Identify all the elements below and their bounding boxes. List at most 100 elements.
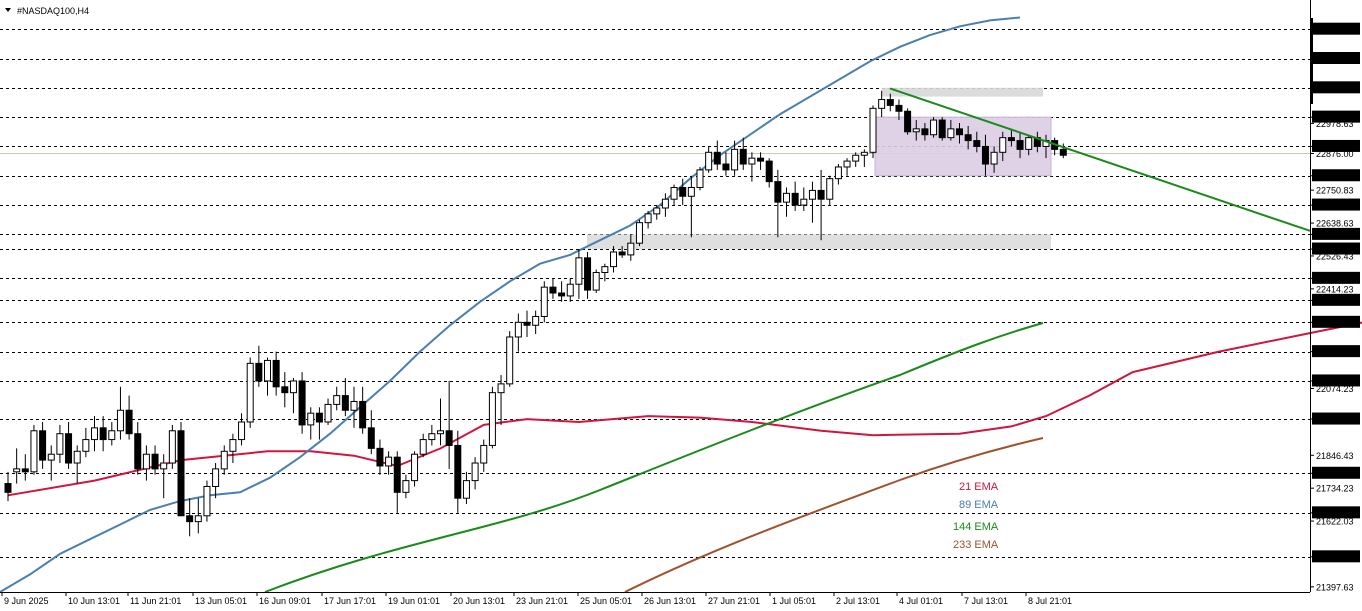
candle-bear [757, 157, 765, 162]
candle-bull [800, 198, 808, 206]
candle-bull [73, 450, 81, 464]
time-tick-label: 19 Jun 01:01 [388, 596, 440, 606]
candle-bear [618, 251, 626, 256]
candle-bear [791, 192, 799, 206]
legend-21-ema: 21 EMA [959, 481, 999, 493]
candle-bull [990, 151, 998, 165]
resistance-zone [882, 87, 1043, 97]
candle-bull [661, 198, 669, 209]
candle-bear [99, 427, 107, 441]
candle-bull [333, 395, 341, 405]
candle-bear [65, 433, 73, 464]
candle-bear [315, 412, 323, 423]
candle-bull [264, 359, 271, 382]
price-tick-label: 22600.00 [1316, 230, 1354, 240]
candle-bull [168, 430, 176, 464]
time-tick-label: 4 Jul 01:01 [899, 596, 943, 606]
legend-89-ema: 89 EMA [959, 499, 999, 511]
candle-bear [186, 515, 194, 523]
candle-bull [488, 392, 496, 446]
candle-bear [722, 163, 730, 171]
price-tick-label: 23300.00 [1316, 25, 1354, 35]
price-axis[interactable]: 23300.0023200.0023100.0023000.0022978.63… [1310, 18, 1360, 592]
time-tick-label: 7 Jul 13:01 [964, 596, 1008, 606]
time-tick-label: 8 Jul 21:01 [1028, 596, 1072, 606]
price-tick-label: 22450.00 [1316, 274, 1354, 284]
candle-bull [506, 336, 514, 385]
candle-bull [238, 421, 246, 441]
symbol-label: #NASDAQ100,H4 [17, 6, 89, 16]
candle-bear [774, 181, 782, 203]
candle-bear [921, 128, 929, 136]
legend-144-ema: 144 EMA [953, 521, 999, 533]
candle-bull [411, 453, 419, 482]
candle-bull [220, 450, 228, 470]
candle-bull [497, 383, 505, 394]
candle-bear [359, 400, 367, 429]
candle-bear [584, 257, 592, 291]
price-tick-label: 22526.43 [1316, 251, 1354, 261]
candle-bear [21, 468, 29, 473]
candle-bull [514, 321, 522, 338]
candle-bull [116, 409, 124, 432]
candle-bull [246, 362, 254, 423]
price-tick-label: 21500.00 [1316, 552, 1354, 562]
candle-bull [566, 283, 574, 297]
price-tick-label: 22200.00 [1316, 347, 1354, 357]
consolidation-zone [874, 116, 1052, 177]
candle-bull [1025, 137, 1033, 150]
candle-bull [385, 456, 393, 467]
candle-bull [350, 400, 358, 411]
candle-bull [696, 169, 704, 188]
candle-bull [748, 157, 756, 165]
time-tick-label: 11 Jun 21:01 [130, 596, 181, 606]
candle-bull [480, 444, 488, 464]
candle-bear [367, 427, 375, 449]
price-tick-label: 22978.63 [1316, 119, 1354, 129]
price-tick-label: 23200.00 [1316, 54, 1354, 64]
candle-bull [471, 462, 479, 482]
time-tick-label: 27 Jun 21:01 [708, 596, 760, 606]
time-tick-label: 17 Jun 17:01 [324, 596, 376, 606]
time-tick-label: 26 Jun 13:01 [644, 596, 696, 606]
candle-bull [670, 186, 678, 200]
candle-bull [289, 380, 297, 394]
candle-bull [860, 151, 868, 156]
candle-bear [739, 148, 747, 165]
candle-bull [462, 480, 470, 499]
time-tick-label: 23 Jun 21:01 [516, 596, 568, 606]
time-tick-label: 16 Jun 09:01 [259, 596, 311, 606]
candle-bear [445, 430, 453, 446]
scroll-bar[interactable] [1310, 18, 1313, 104]
candle-bull [930, 119, 938, 136]
price-chart[interactable]: 23300.0023200.0023100.0023000.0022978.63… [0, 0, 1362, 611]
candle-bull [826, 178, 834, 200]
candle-bull [808, 189, 816, 200]
candle-bull [307, 412, 315, 426]
symbol-header[interactable]: #NASDAQ100,H4 [5, 6, 89, 16]
candle-bear [272, 359, 280, 388]
candle-bear [454, 444, 462, 499]
price-tick-label: 22876.00 [1316, 149, 1354, 159]
candle-bear [549, 286, 557, 294]
time-tick-label: 13 Jun 05:01 [195, 596, 247, 606]
candle-bear [679, 186, 687, 197]
candle-bear [765, 160, 773, 183]
candle-bull [912, 128, 920, 133]
candle-bull [575, 257, 583, 285]
price-tick-label: 22800.00 [1316, 171, 1354, 181]
candle-bull [82, 439, 90, 452]
candle-bear [298, 380, 306, 426]
price-tick-label: 22375.00 [1316, 296, 1354, 306]
price-tick-label: 22700.00 [1316, 201, 1354, 211]
candle-bull [687, 186, 695, 197]
candle-bull [783, 192, 790, 203]
candle-bull [13, 468, 21, 473]
price-tick-label: 22414.23 [1316, 284, 1354, 294]
candle-bear [886, 99, 894, 106]
candle-bear [177, 430, 185, 517]
candle-bull [947, 128, 955, 139]
candle-bear [713, 151, 721, 165]
price-tick-label: 23100.00 [1316, 83, 1354, 93]
time-axis[interactable]: 9 Jun 2025 10 Jun 13:01 11 Jun 21:01 13 Jun… [1, 592, 1072, 606]
